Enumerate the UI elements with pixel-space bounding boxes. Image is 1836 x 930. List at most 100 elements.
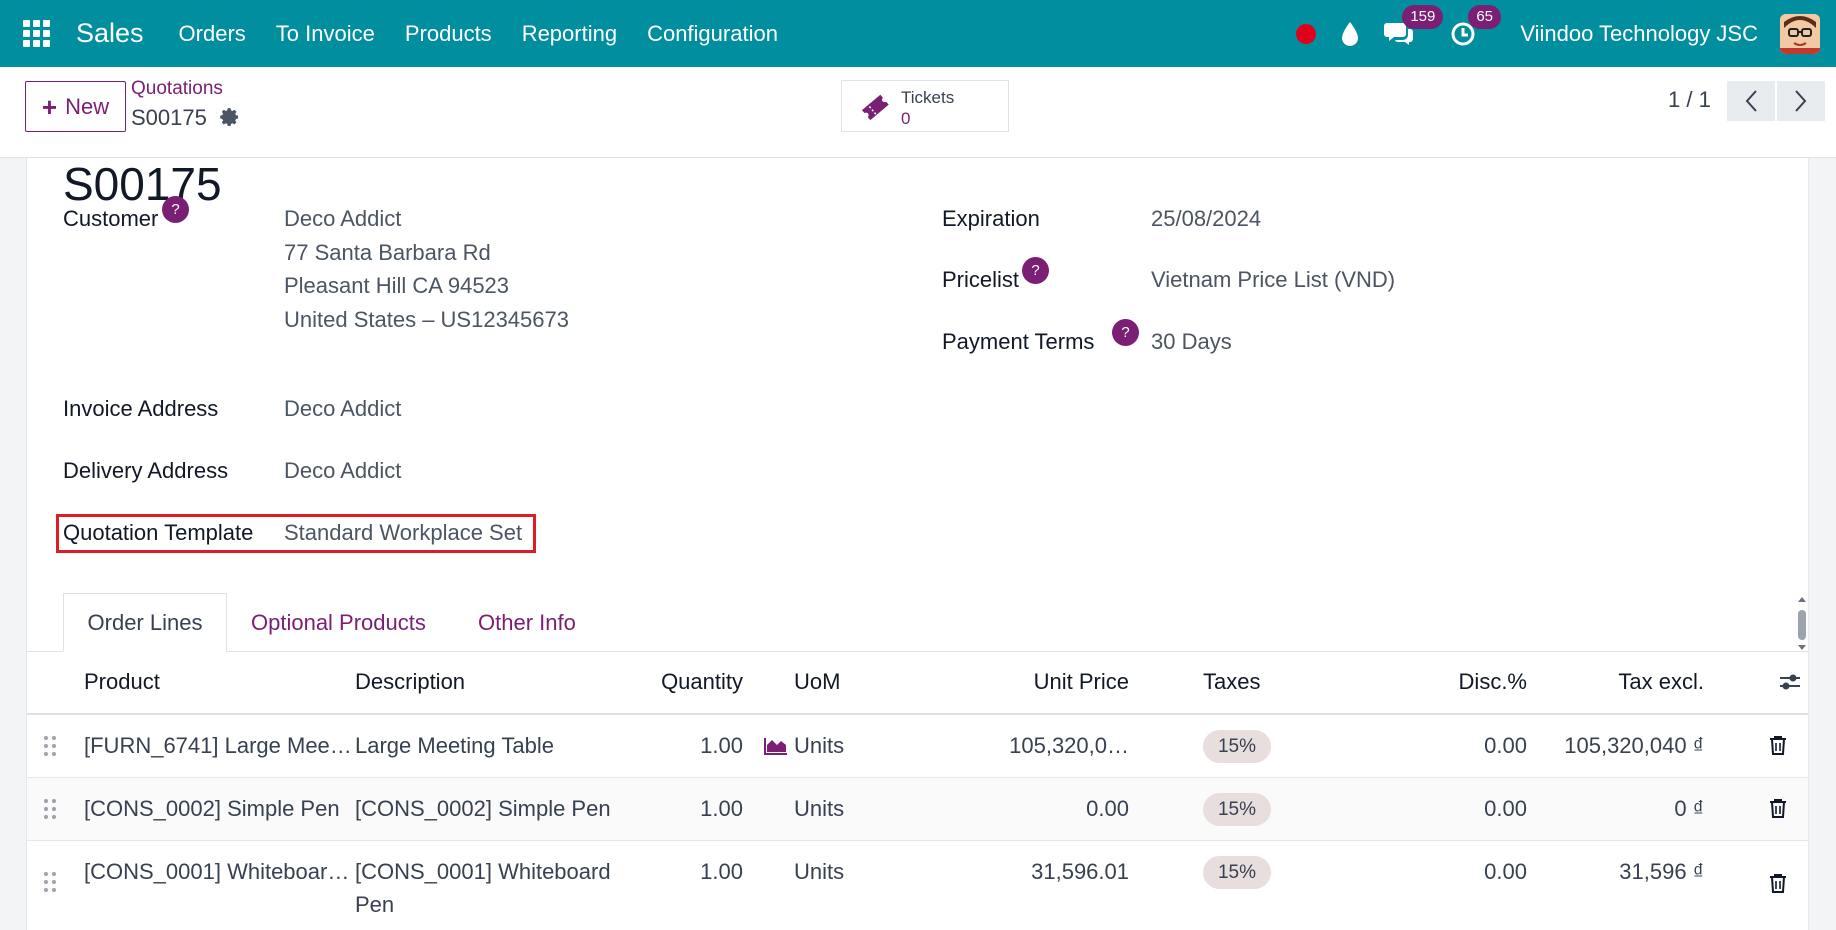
cell-product[interactable]: [FURN_6741] Large Mee…: [84, 733, 352, 759]
activities-count-badge: 65: [1468, 4, 1501, 29]
menu-orders[interactable]: Orders: [179, 21, 246, 47]
activities-button[interactable]: 65: [1450, 4, 1501, 47]
cell-quantity[interactable]: 1.00: [593, 733, 743, 759]
tickets-label: Tickets: [901, 88, 955, 107]
forecast-chart-icon[interactable]: [764, 737, 788, 755]
pricelist-label: Pricelist: [942, 267, 1020, 292]
column-header-unit-price[interactable]: Unit Price: [967, 652, 1129, 712]
messages-button[interactable]: 159: [1384, 4, 1444, 47]
cell-product[interactable]: [CONS_0002] Simple Pen: [84, 796, 340, 822]
quotation-template-label: Quotation Template: [63, 520, 254, 545]
new-button-label: New: [65, 93, 110, 119]
customer-address-line: United States – US12345673: [284, 307, 569, 332]
cell-discount[interactable]: 0.00: [1407, 733, 1527, 759]
drop-icon[interactable]: [1340, 21, 1360, 47]
cell-tax-excluded: 105,320,040 ₫: [1564, 733, 1704, 758]
trash-icon[interactable]: [1769, 873, 1787, 893]
cell-unit-price[interactable]: 0.00: [967, 796, 1129, 822]
cell-tax-excluded: 0 ₫: [1674, 796, 1704, 821]
breadcrumb-quotations[interactable]: Quotations: [131, 78, 223, 100]
control-panel: + New Quotations S00175 Tickets 0 1 / 1: [0, 67, 1836, 158]
messages-count-badge: 159: [1402, 4, 1444, 29]
cell-unit-price[interactable]: 105,320,0…: [967, 733, 1129, 759]
form-sheet: S00175 Customer ? Deco Addict 77 Santa B…: [26, 158, 1809, 930]
menu-products[interactable]: Products: [405, 21, 492, 47]
drag-handle-icon[interactable]: [43, 871, 57, 893]
user-avatar[interactable]: [1780, 13, 1820, 54]
tickets-count: 0: [901, 109, 911, 128]
cell-product[interactable]: [CONS_0001] Whiteboar…: [84, 859, 349, 885]
quotation-template-field[interactable]: Standard Workplace Set: [284, 520, 522, 546]
pricelist-help-icon[interactable]: ?: [1022, 257, 1049, 284]
menu-to-invoice[interactable]: To Invoice: [276, 21, 375, 47]
cell-description[interactable]: Large Meeting Table: [355, 733, 554, 759]
payment-terms-label: Payment Terms: [942, 329, 1095, 354]
top-navbar: Sales Orders To Invoice Products Reporti…: [0, 0, 1836, 67]
cell-quantity[interactable]: 1.00: [593, 796, 743, 822]
pricelist-field[interactable]: Vietnam Price List (VND): [1151, 267, 1395, 293]
pager-previous-button[interactable]: [1727, 81, 1775, 121]
company-switcher[interactable]: Viindoo Technology JSC: [1520, 21, 1758, 47]
cell-unit-price[interactable]: 31,596.01: [967, 859, 1129, 885]
new-button[interactable]: + New: [25, 81, 126, 132]
pager-next-button[interactable]: [1777, 81, 1825, 121]
invoice-address-label: Invoice Address: [63, 396, 219, 421]
column-header-tax-excluded[interactable]: Tax excl.: [1542, 652, 1704, 712]
delivery-address-field[interactable]: Deco Addict: [284, 458, 401, 484]
customer-address-line: 77 Santa Barbara Rd: [284, 240, 491, 265]
cell-tax-excluded: 31,596 ₫: [1619, 859, 1704, 884]
drag-handle-icon[interactable]: [43, 735, 57, 757]
customer-help-icon[interactable]: ?: [162, 196, 189, 223]
trash-icon[interactable]: [1769, 798, 1787, 818]
chevron-right-icon: [1795, 90, 1807, 112]
column-header-taxes[interactable]: Taxes: [1203, 652, 1260, 712]
tax-badge[interactable]: 15%: [1203, 793, 1271, 826]
customer-field[interactable]: Deco Addict: [284, 206, 401, 232]
breadcrumb-current: S00175: [131, 105, 207, 130]
app-name[interactable]: Sales: [76, 18, 144, 49]
cell-uom[interactable]: Units: [794, 733, 844, 759]
payment-terms-help-icon[interactable]: ?: [1112, 319, 1139, 346]
table-row[interactable]: [FURN_6741] Large Mee… Large Meeting Tab…: [27, 715, 1808, 778]
cell-quantity[interactable]: 1.00: [593, 859, 743, 885]
tab-order-lines[interactable]: Order Lines: [63, 593, 227, 652]
drag-handle-icon[interactable]: [43, 798, 57, 820]
tax-badge[interactable]: 15%: [1203, 730, 1271, 763]
pager-value[interactable]: 1 / 1: [1668, 87, 1711, 113]
cell-description-line-2[interactable]: Pen: [355, 892, 394, 918]
cell-description[interactable]: [CONS_0002] Simple Pen: [355, 796, 611, 822]
column-header-discount[interactable]: Disc.%: [1407, 652, 1527, 712]
cell-uom[interactable]: Units: [794, 859, 844, 885]
tab-optional-products[interactable]: Optional Products: [251, 593, 426, 652]
scrollbar[interactable]: [1796, 596, 1808, 652]
menu-reporting[interactable]: Reporting: [522, 21, 617, 47]
scrollbar-thumb[interactable]: [1798, 610, 1806, 640]
column-header-uom[interactable]: UoM: [794, 652, 840, 712]
apps-menu-icon[interactable]: [22, 20, 50, 48]
expiration-field[interactable]: 25/08/2024: [1151, 206, 1261, 232]
column-header-quantity[interactable]: Quantity: [593, 652, 743, 712]
tax-badge[interactable]: 15%: [1203, 856, 1271, 889]
tab-other-info[interactable]: Other Info: [478, 593, 576, 652]
table-row[interactable]: [CONS_0001] Whiteboar… [CONS_0001] White…: [27, 841, 1808, 930]
chevron-left-icon: [1745, 90, 1757, 112]
column-header-product[interactable]: Product: [84, 652, 160, 712]
column-header-description[interactable]: Description: [355, 652, 465, 712]
menu-configuration[interactable]: Configuration: [647, 21, 778, 47]
cell-discount[interactable]: 0.00: [1407, 859, 1527, 885]
payment-terms-field[interactable]: 30 Days: [1151, 329, 1232, 355]
tickets-smart-button[interactable]: Tickets 0: [841, 80, 1009, 132]
table-row[interactable]: [CONS_0002] Simple Pen [CONS_0002] Simpl…: [27, 778, 1808, 841]
customer-address-line: Pleasant Hill CA 94523: [284, 273, 510, 298]
record-title: S00175: [63, 158, 222, 210]
gear-icon[interactable]: [219, 107, 241, 129]
navbar-systray: 159 65 Viindoo Technology JSC: [1296, 0, 1836, 67]
plus-icon: +: [41, 91, 58, 122]
cell-discount[interactable]: 0.00: [1407, 796, 1527, 822]
cell-uom[interactable]: Units: [794, 796, 844, 822]
invoice-address-field[interactable]: Deco Addict: [284, 396, 401, 422]
optional-columns-icon[interactable]: [1778, 672, 1802, 692]
record-icon[interactable]: [1296, 23, 1317, 44]
trash-icon[interactable]: [1769, 735, 1787, 755]
cell-description[interactable]: [CONS_0001] Whiteboard: [355, 859, 611, 885]
